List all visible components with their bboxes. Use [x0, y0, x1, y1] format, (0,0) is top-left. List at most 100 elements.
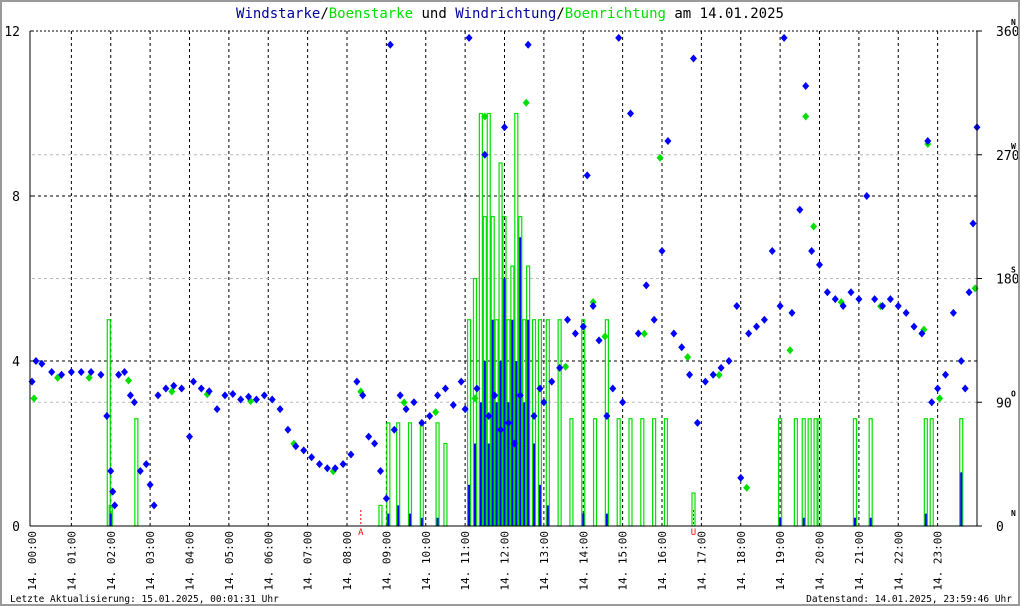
- wind-speed-bar: [409, 513, 411, 526]
- wind-direction-point: [402, 405, 410, 414]
- wind-speed-bar: [523, 402, 526, 526]
- wind-direction-point: [717, 363, 725, 372]
- gust-bar: [801, 418, 806, 527]
- wind-direction-point: [823, 288, 831, 297]
- wind-speed-bar: [491, 319, 494, 526]
- wind-direction-point: [126, 391, 134, 400]
- wind-direction-point: [634, 329, 642, 338]
- gust-bar: [435, 422, 440, 527]
- wind-direction-point: [855, 295, 863, 304]
- wind-speed-bar: [546, 505, 549, 526]
- wind-direction-point: [776, 302, 784, 310]
- x-tick-label: 14. 17:00: [695, 531, 708, 591]
- wind-direction-point: [796, 205, 804, 214]
- wind-speed-bar: [519, 237, 522, 526]
- gust-bar: [691, 492, 696, 527]
- gust-bar: [628, 418, 633, 527]
- x-tick-label: 14. 08:00: [341, 531, 354, 591]
- wind-speed-bar: [109, 513, 112, 526]
- wind-direction-point: [300, 446, 308, 455]
- gust-bar: [868, 418, 873, 527]
- wind-speed-bar: [869, 517, 872, 526]
- wind-direction-point: [831, 295, 839, 304]
- wind-direction-point: [276, 405, 284, 414]
- gust-bar: [923, 418, 928, 527]
- gust-bar: [419, 422, 424, 527]
- wind-speed-bar: [483, 361, 486, 526]
- gust-bar: [663, 418, 669, 527]
- gust-direction-point: [936, 394, 944, 403]
- wind-direction-point: [284, 425, 292, 434]
- wind-direction-point: [871, 295, 879, 304]
- wind-direction-point: [886, 295, 894, 304]
- gust-direction-point: [810, 222, 818, 231]
- gust-bar: [545, 319, 550, 527]
- wind-direction-point: [693, 418, 701, 427]
- gust-direction-point: [471, 394, 479, 403]
- wind-direction-point: [733, 302, 741, 310]
- x-tick-label: 14. 22:00: [892, 531, 905, 591]
- wind-direction-point: [934, 384, 942, 393]
- gust-bar: [616, 418, 621, 527]
- gust-bar: [640, 418, 645, 527]
- wind-speed-bar: [533, 443, 536, 526]
- wind-direction-point: [418, 418, 426, 427]
- wind-direction-point: [260, 391, 268, 400]
- gust-direction-point: [30, 394, 38, 403]
- x-tick-label: 14. 10:00: [420, 531, 433, 591]
- wind-direction-point: [949, 308, 957, 317]
- wind-direction-point: [788, 308, 796, 317]
- wind-speed-bar: [960, 472, 963, 526]
- wind-direction-point: [426, 412, 434, 420]
- wind-direction-point: [465, 33, 473, 42]
- wind-direction-point: [658, 247, 666, 255]
- wind-direction-point: [162, 384, 170, 393]
- gust-direction-point: [786, 346, 794, 355]
- wind-direction-point: [942, 370, 949, 379]
- chart-svg: Windstarke/Boenstarke und Windrichtung/B…: [4, 6, 1019, 605]
- wind-direction-point: [48, 368, 56, 376]
- gust-direction-point: [640, 329, 648, 338]
- wind-speed-bar: [387, 513, 390, 526]
- wind-direction-point: [961, 384, 969, 393]
- wind-direction-point: [67, 368, 75, 376]
- wind-direction-point: [103, 412, 111, 420]
- wind-speed-bar: [473, 443, 476, 526]
- wind-speed-bar: [605, 513, 608, 526]
- wind-direction-point: [571, 329, 579, 338]
- wind-direction-point: [609, 384, 617, 393]
- wind-direction-point: [315, 460, 323, 469]
- wind-speed-bar: [527, 319, 530, 526]
- right-tick-label: 0: [996, 520, 1004, 535]
- wind-direction-point: [376, 467, 384, 475]
- wind-direction-point: [107, 467, 115, 475]
- wind-direction-point: [768, 247, 776, 255]
- title-part: /: [556, 6, 564, 22]
- left-tick-label: 0: [12, 520, 20, 535]
- gust-direction-point: [802, 112, 810, 121]
- left-tick-label: 12: [4, 25, 20, 40]
- wind-direction-point: [365, 432, 373, 441]
- compass-label: W: [1011, 142, 1016, 151]
- wind-direction-point: [252, 395, 260, 404]
- gust-direction-point: [562, 362, 570, 371]
- x-tick-label: 14. 20:00: [814, 531, 827, 591]
- x-tick-label: 14. 15:00: [617, 531, 630, 591]
- wind-direction-point: [725, 357, 733, 365]
- wind-speed-bar: [487, 443, 490, 526]
- wind-direction-point: [197, 384, 205, 393]
- left-tick-label: 4: [12, 355, 20, 370]
- wind-direction-point: [642, 281, 650, 290]
- wind-direction-point: [396, 391, 404, 400]
- wind-direction-point: [690, 54, 697, 63]
- x-tick-label: 14. 06:00: [262, 531, 275, 591]
- wind-direction-point: [603, 412, 611, 420]
- title-part: Windstarke: [236, 6, 320, 22]
- compass-label: O: [1011, 389, 1016, 398]
- wind-direction-point: [650, 315, 658, 324]
- wind-direction-point: [371, 439, 379, 448]
- wind-direction-point: [969, 219, 977, 228]
- x-tick-label: 14. 21:00: [853, 531, 866, 591]
- title-part: /: [320, 6, 328, 22]
- x-tick-label: 14. 16:00: [656, 531, 669, 591]
